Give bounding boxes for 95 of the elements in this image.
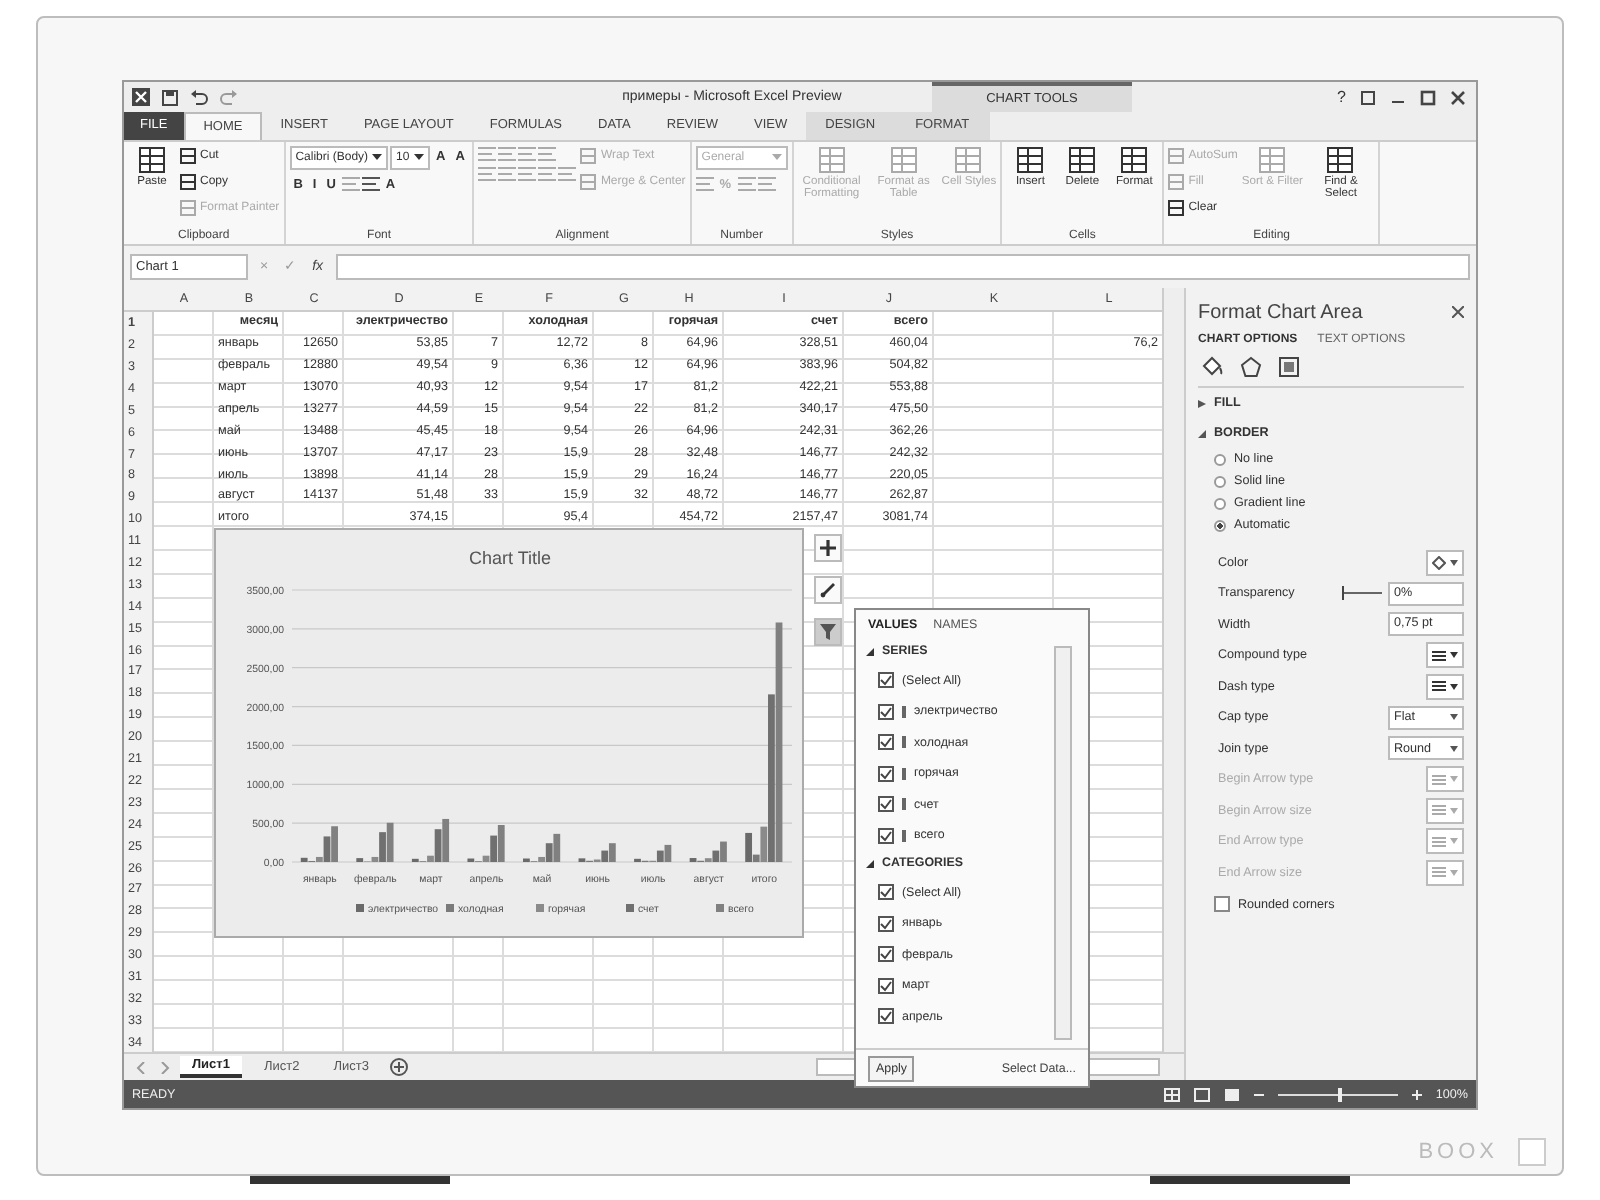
chart-elements-button[interactable] xyxy=(814,534,842,563)
checkbox[interactable] xyxy=(878,946,894,963)
line-style-button[interactable] xyxy=(1426,642,1464,669)
lines-icon xyxy=(1432,835,1446,848)
checkbox[interactable] xyxy=(878,1008,894,1025)
caret-icon xyxy=(1450,776,1458,783)
checkbox[interactable] xyxy=(878,703,894,720)
table-icon xyxy=(180,148,196,165)
table-icon xyxy=(1168,148,1185,165)
checkbox[interactable] xyxy=(878,915,894,932)
zoom-out-icon[interactable] xyxy=(1253,1089,1264,1100)
checkbox[interactable] xyxy=(878,884,894,901)
checkbox[interactable] xyxy=(1214,896,1230,913)
caret-icon xyxy=(1450,559,1458,566)
collapse-icon[interactable] xyxy=(866,647,874,656)
table-icon xyxy=(1168,200,1185,217)
legend-swatch xyxy=(536,904,544,913)
checkbox[interactable] xyxy=(878,827,894,844)
collapse-icon[interactable] xyxy=(866,859,874,868)
lines-icon xyxy=(1432,866,1446,879)
radio-button[interactable] xyxy=(1214,497,1226,510)
table-icon xyxy=(1326,145,1355,174)
table-icon xyxy=(138,145,166,174)
table-icon xyxy=(1068,145,1097,174)
lines-icon[interactable] xyxy=(361,176,380,193)
legend-swatch xyxy=(626,904,634,913)
table-icon xyxy=(1120,145,1149,174)
maximize-icon[interactable] xyxy=(1420,89,1436,105)
lines-icon xyxy=(1432,804,1446,817)
close-icon[interactable] xyxy=(1450,89,1466,105)
zoom-slider-thumb[interactable] xyxy=(1337,1087,1342,1102)
caret-icon xyxy=(372,153,383,162)
lines-icon xyxy=(1432,680,1446,693)
radio-button[interactable] xyxy=(1214,519,1226,532)
vertical-scrollbar[interactable] xyxy=(1054,646,1072,1041)
table-icon xyxy=(1258,145,1287,174)
checkbox[interactable] xyxy=(878,796,894,813)
lines-icon xyxy=(1432,773,1446,786)
undo-icon[interactable] xyxy=(190,89,208,105)
page-break-view-icon[interactable] xyxy=(1223,1087,1240,1102)
brand-logo: BOOX xyxy=(1418,1140,1498,1164)
checkbox[interactable] xyxy=(878,977,894,994)
caret-icon xyxy=(1450,745,1458,752)
vertical-scrollbar[interactable] xyxy=(1162,288,1184,1053)
size-properties-icon[interactable] xyxy=(1278,356,1300,379)
radio-button[interactable] xyxy=(1214,475,1226,488)
legend-swatch xyxy=(356,904,364,913)
table-icon xyxy=(1016,145,1045,174)
filter-icon xyxy=(820,624,836,641)
chart-filters-button[interactable] xyxy=(814,618,842,647)
add-sheet-icon[interactable] xyxy=(390,1058,409,1077)
help-button[interactable]: ? xyxy=(1337,88,1346,106)
table-icon xyxy=(954,145,983,174)
table-icon xyxy=(180,200,196,217)
zoom-in-icon[interactable] xyxy=(1411,1089,1422,1100)
paint-bucket-icon xyxy=(1432,555,1446,570)
chart-title: Chart Title xyxy=(469,548,551,569)
checkbox[interactable] xyxy=(878,765,894,782)
caret-icon xyxy=(414,153,425,162)
table-icon xyxy=(580,174,597,191)
pentagon-icon[interactable] xyxy=(1240,356,1262,379)
legend-swatch xyxy=(716,904,724,913)
caret-icon xyxy=(1450,807,1458,814)
caret-icon xyxy=(1450,714,1458,721)
table-icon xyxy=(889,145,918,174)
caret-icon xyxy=(1450,652,1458,659)
collapse-icon[interactable] xyxy=(1198,429,1206,438)
lines-icon xyxy=(1432,649,1446,662)
checkbox[interactable] xyxy=(878,672,894,689)
pane-title: Format Chart Area xyxy=(1198,301,1363,324)
paint-bucket-icon[interactable] xyxy=(1202,356,1224,379)
brush-icon xyxy=(820,582,836,599)
spreadsheet-logo-icon xyxy=(132,88,150,106)
color-picker-button[interactable] xyxy=(1426,549,1464,576)
restore-icon[interactable] xyxy=(1360,89,1376,105)
normal-view-icon[interactable] xyxy=(1163,1087,1180,1102)
chart-styles-button[interactable] xyxy=(814,576,842,605)
save-icon[interactable] xyxy=(162,89,178,105)
table-icon xyxy=(817,145,846,174)
formula-input[interactable] xyxy=(335,253,1470,280)
table-icon xyxy=(580,148,597,165)
checkbox[interactable] xyxy=(878,734,894,751)
caret-icon xyxy=(771,153,782,162)
caret-icon xyxy=(1450,838,1458,845)
page-layout-view-icon[interactable] xyxy=(1193,1087,1210,1102)
caret-icon xyxy=(1450,683,1458,690)
close-icon[interactable] xyxy=(1452,306,1464,319)
expand-icon[interactable] xyxy=(1198,399,1206,408)
line-style-button[interactable] xyxy=(1426,673,1464,700)
legend-swatch xyxy=(446,904,454,913)
table-icon xyxy=(180,174,196,191)
plus-icon xyxy=(820,540,836,557)
table-icon xyxy=(1168,174,1185,191)
radio-button[interactable] xyxy=(1214,453,1226,466)
caret-icon xyxy=(1450,869,1458,876)
